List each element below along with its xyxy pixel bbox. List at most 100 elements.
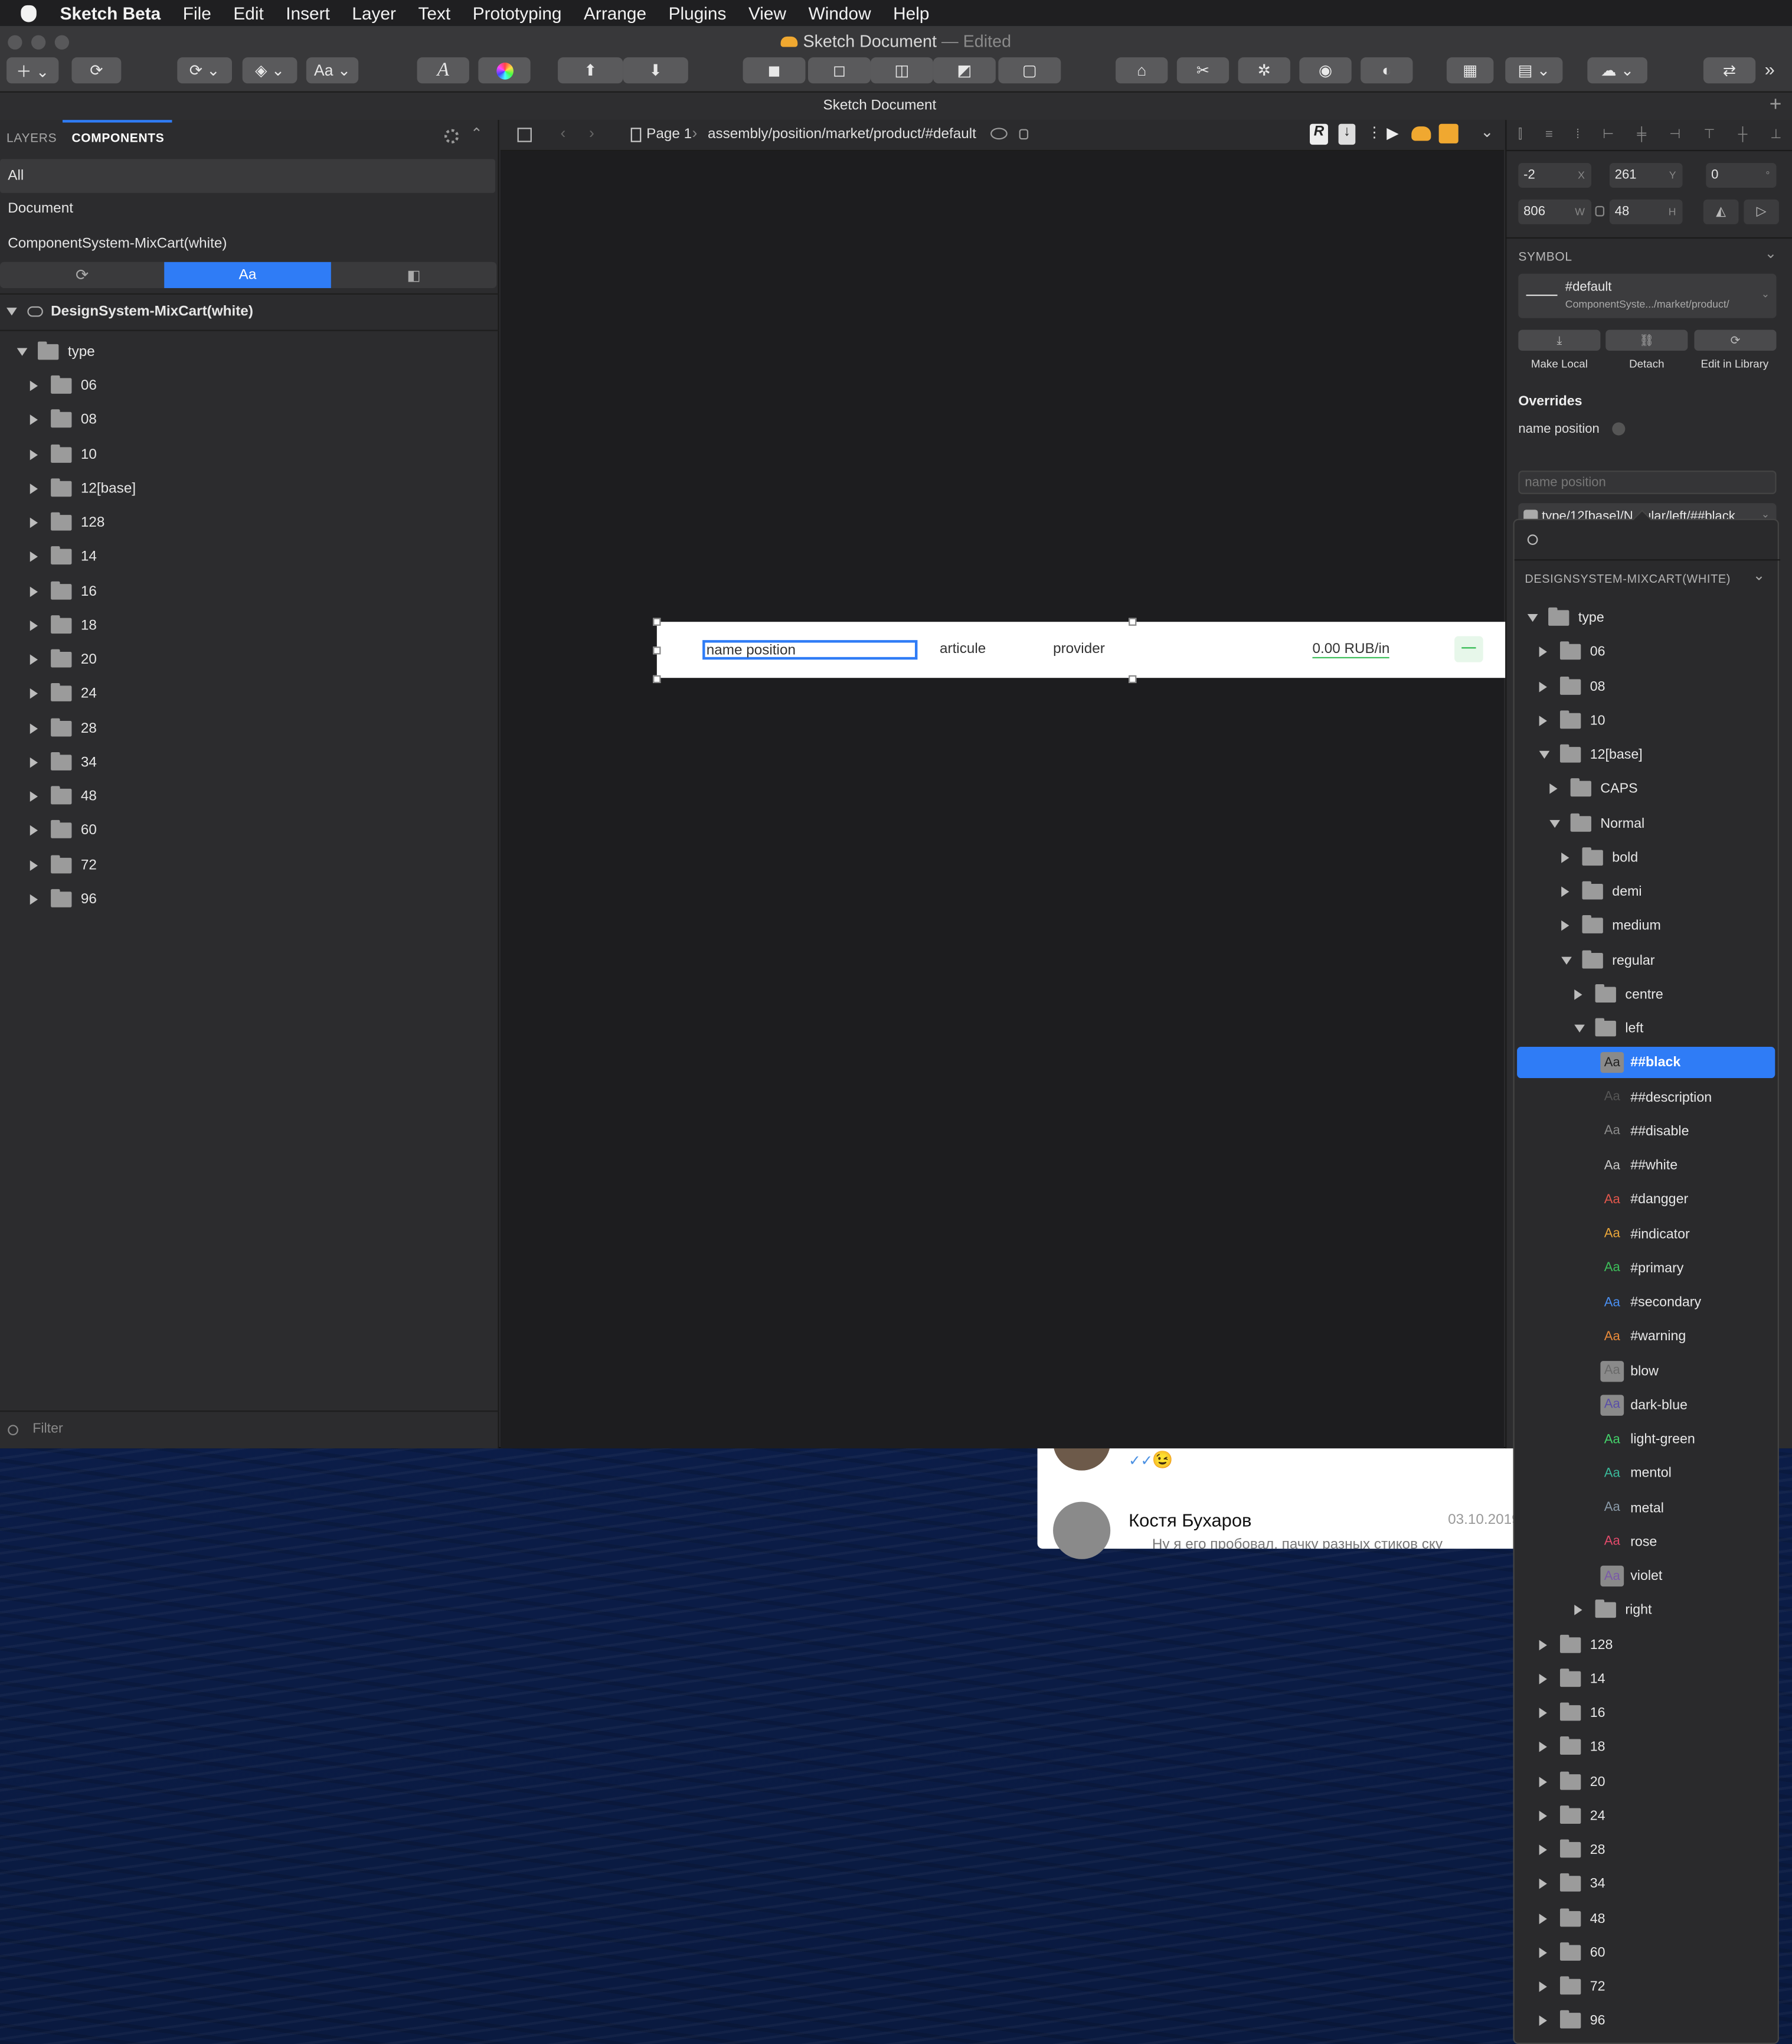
folder-row[interactable]: 96 <box>1539 2008 1605 2034</box>
folder-row[interactable]: 14 <box>1539 1666 1605 1692</box>
disclosure-closed-icon[interactable] <box>30 449 38 460</box>
folder-row[interactable]: 18 <box>1539 1734 1605 1760</box>
align-left-icon[interactable]: ⫿ <box>1518 128 1522 142</box>
override-text-input[interactable]: name position <box>1518 471 1777 494</box>
folder-row[interactable]: 10 <box>30 441 97 467</box>
menu-plugins[interactable]: Plugins <box>669 4 727 23</box>
menu-app-name[interactable]: Sketch Beta <box>60 4 161 23</box>
filter-all[interactable]: All <box>0 159 496 193</box>
tab-components[interactable]: COMPONENTS <box>71 132 164 146</box>
tab-layers[interactable]: LAYERS <box>6 132 57 146</box>
disclosure-open-icon[interactable] <box>17 348 28 356</box>
backward-button[interactable]: ⬇ <box>623 57 688 84</box>
filter-library[interactable]: ComponentSystem-MixCart(white) <box>0 231 499 257</box>
disclosure-open-icon[interactable] <box>1574 1024 1585 1033</box>
new-tab-icon[interactable]: + <box>1770 94 1782 117</box>
text-style-item[interactable]: Aa ##description <box>1517 1082 1775 1113</box>
folder-row[interactable]: 34 <box>30 749 97 775</box>
text-style-item[interactable]: Aa #primary <box>1517 1252 1775 1284</box>
document-tab[interactable]: Sketch Document <box>0 98 1760 113</box>
menu-insert[interactable]: Insert <box>286 4 330 23</box>
disclosure-closed-icon[interactable] <box>1539 1913 1547 1924</box>
disclosure-closed-icon[interactable] <box>1539 1742 1547 1753</box>
gear-plugin-button[interactable]: ✲ <box>1238 57 1290 84</box>
edit-button[interactable]: ⌂ <box>1116 57 1168 84</box>
folder-row[interactable]: 14 <box>30 544 97 570</box>
override-info-icon[interactable] <box>1612 422 1626 436</box>
text-style-item[interactable]: Aa dark-blue <box>1517 1389 1775 1421</box>
plugin-bird-icon[interactable] <box>1411 126 1431 141</box>
library-row[interactable]: DesignSystem-MixCart(white) <box>6 299 495 325</box>
disclosure-closed-icon[interactable] <box>30 688 38 700</box>
filter-input[interactable]: Filter <box>32 1421 63 1436</box>
name-position-text[interactable]: name position <box>702 640 918 660</box>
folder-row[interactable]: bold <box>1561 844 1638 870</box>
text-style-item[interactable]: Aa metal <box>1517 1492 1775 1523</box>
folder-row[interactable]: 24 <box>1539 1803 1605 1829</box>
folder-row[interactable]: 10 <box>1539 707 1605 733</box>
create-symbol-button[interactable]: ⟳ <box>71 57 122 84</box>
subtract-button[interactable]: ◻ <box>807 57 871 84</box>
folder-row[interactable]: 24 <box>30 681 97 707</box>
avatar[interactable] <box>1053 1501 1111 1559</box>
section-chevron-icon[interactable]: ⌄ <box>1765 245 1777 262</box>
menu-edit[interactable]: Edit <box>233 4 263 23</box>
folder-row[interactable]: centre <box>1574 981 1663 1007</box>
search-icon[interactable] <box>1527 534 1538 545</box>
folder-row[interactable]: 34 <box>1539 1871 1605 1897</box>
collapse-chevron-icon[interactable]: ⌃ <box>470 125 482 142</box>
detach-button[interactable]: ⛓ <box>1605 329 1688 351</box>
resize-handle[interactable] <box>653 646 661 655</box>
forward-arrow-icon[interactable]: › <box>589 124 594 142</box>
menu-layer[interactable]: Layer <box>352 4 396 23</box>
symbol-picker[interactable]: #default ComponentSyste.../market/produc… <box>1518 273 1777 318</box>
color-picker-button[interactable] <box>478 57 531 84</box>
disclosure-closed-icon[interactable] <box>1561 920 1569 932</box>
disclosure-closed-icon[interactable] <box>30 483 38 494</box>
folder-row[interactable]: 06 <box>1539 639 1605 665</box>
disclosure-open-icon[interactable] <box>1561 956 1572 964</box>
export-button[interactable]: ⇄ <box>1703 57 1756 84</box>
disclosure-closed-icon[interactable] <box>1539 1707 1547 1719</box>
plugin-search-icon[interactable] <box>1438 123 1459 143</box>
segment-symbols[interactable]: ⟳ <box>0 262 164 288</box>
symbol-instance[interactable]: name position articule provider 0.00 RUB… <box>656 622 1518 678</box>
disclosure-closed-icon[interactable] <box>30 551 38 563</box>
symbol-path-breadcrumb[interactable]: assembly/position/market/product/#defaul… <box>708 126 976 142</box>
disclosure-open-icon[interactable] <box>1539 750 1550 759</box>
edit-in-library-button[interactable]: ⟳ <box>1694 329 1777 351</box>
insert-button[interactable]: ＋ ⌄ <box>6 57 59 84</box>
back-arrow-icon[interactable]: ‹ <box>560 124 565 142</box>
canvas[interactable]: name position articule provider 0.00 RUB… <box>500 151 1518 1449</box>
menu-view[interactable]: View <box>748 4 786 23</box>
cloud-button[interactable]: ☁ ⌄ <box>1587 57 1647 84</box>
folder-row[interactable]: 60 <box>1539 1939 1605 1965</box>
rotate-copies-button[interactable]: ◉ <box>1299 57 1352 84</box>
make-local-button[interactable]: ⤓ <box>1518 329 1601 351</box>
hidden-eye-icon[interactable] <box>990 128 1008 140</box>
forward-button[interactable]: ⬆ <box>558 57 623 84</box>
folder-row[interactable]: type <box>1527 605 1604 631</box>
disclosure-closed-icon[interactable] <box>1574 1605 1582 1616</box>
menu-window[interactable]: Window <box>809 4 871 23</box>
articule-text[interactable]: articule <box>940 641 986 657</box>
page-breadcrumb[interactable]: Page 1 <box>646 126 692 142</box>
text-style-item[interactable]: Aa #indicator <box>1517 1218 1775 1249</box>
play-prototype-icon[interactable]: ▶ <box>1386 124 1398 142</box>
folder-row[interactable]: 28 <box>30 715 97 741</box>
text-tool-button[interactable]: A <box>417 57 469 84</box>
filter-document[interactable]: Document <box>0 195 499 221</box>
provider-text[interactable]: provider <box>1053 641 1105 657</box>
disclosure-closed-icon[interactable] <box>30 860 38 870</box>
text-style-item[interactable]: Aa ##white <box>1517 1150 1775 1181</box>
disclosure-closed-icon[interactable] <box>1549 783 1558 795</box>
disclosure-closed-icon[interactable] <box>1561 852 1569 863</box>
disclosure-closed-icon[interactable] <box>30 791 38 802</box>
disclosure-closed-icon[interactable] <box>1539 646 1547 658</box>
disclosure-closed-icon[interactable] <box>1539 1879 1547 1889</box>
folder-row[interactable]: demi <box>1561 879 1642 905</box>
folder-row[interactable]: 48 <box>30 783 97 809</box>
text-style-item[interactable]: Aa blow <box>1517 1355 1775 1386</box>
segment-layer-styles[interactable]: ◧ <box>331 262 496 288</box>
align-h-left-icon[interactable]: ⊢ <box>1603 128 1614 142</box>
